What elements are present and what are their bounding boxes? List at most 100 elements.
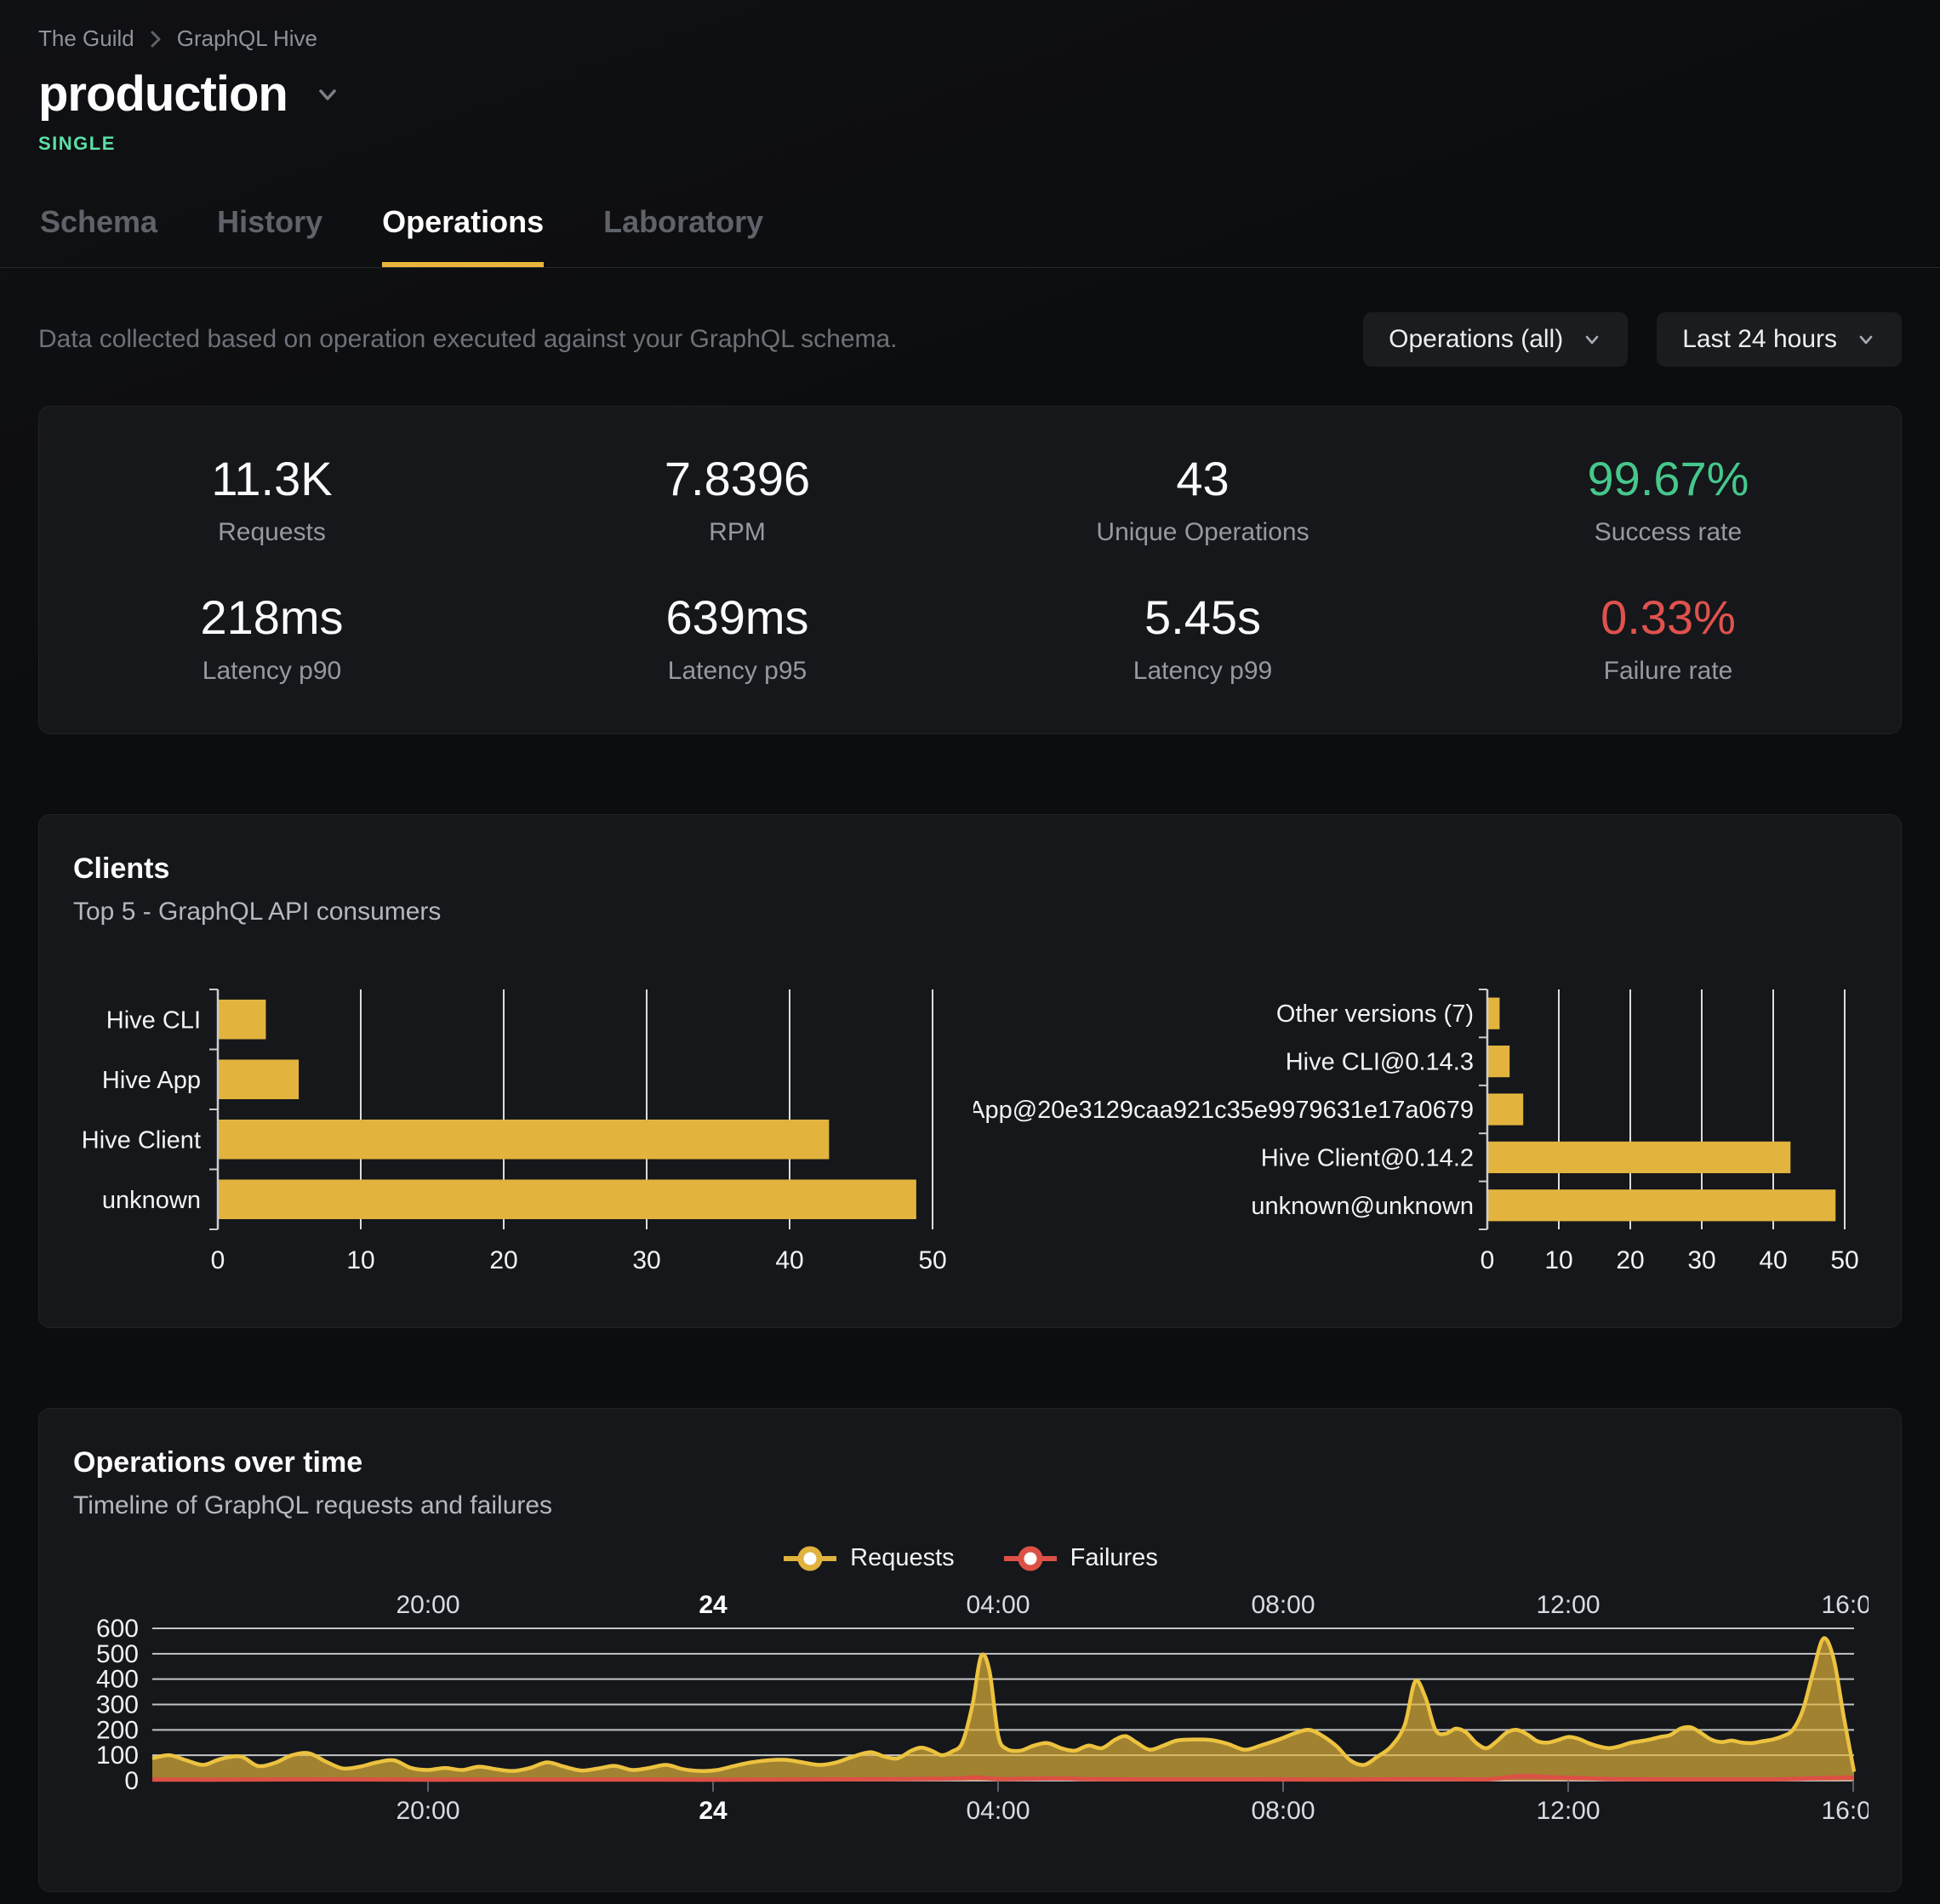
stat-label: Latency p99 — [970, 657, 1435, 686]
svg-text:Hive CLI: Hive CLI — [106, 1006, 201, 1034]
svg-text:Hive CLI@0.14.3: Hive CLI@0.14.3 — [1286, 1049, 1474, 1076]
svg-text:Hive App@20e3129caa921c35e9979: Hive App@20e3129caa921c35e9979631e17a067… — [973, 1097, 1474, 1124]
stat-label: Latency p90 — [39, 657, 505, 686]
clients-card-title: Clients — [73, 852, 1867, 886]
filters-row: Data collected based on operation execut… — [0, 268, 1940, 367]
svg-text:200: 200 — [96, 1716, 139, 1744]
svg-text:0: 0 — [1481, 1246, 1495, 1274]
stat-failure-rate: 0.33% Failure rate — [1435, 590, 1901, 686]
page-header: The Guild GraphQL Hive production SINGLE… — [0, 0, 1940, 268]
stat-value: 5.45s — [970, 590, 1435, 645]
svg-text:Hive Client@0.14.2: Hive Client@0.14.2 — [1261, 1144, 1474, 1171]
svg-text:24: 24 — [699, 1797, 728, 1825]
svg-text:08:00: 08:00 — [1251, 1591, 1315, 1619]
svg-text:30: 30 — [632, 1246, 660, 1274]
chevron-down-icon — [1856, 329, 1876, 350]
stat-label: Requests — [39, 518, 505, 547]
tab-operations[interactable]: Operations — [382, 204, 544, 267]
svg-text:0: 0 — [124, 1767, 139, 1795]
svg-text:Hive App: Hive App — [102, 1067, 201, 1094]
svg-text:50: 50 — [918, 1246, 946, 1274]
stat-latency-p99: 5.45s Latency p99 — [970, 590, 1435, 686]
clients-by-version-bar-chart[interactable]: 0 10 20 30 40 50 Other versions (7) Hive CLI@0.… — [973, 981, 1867, 1274]
svg-text:12:00: 12:00 — [1536, 1591, 1600, 1619]
svg-text:20: 20 — [489, 1246, 517, 1274]
svg-text:08:00: 08:00 — [1251, 1797, 1315, 1825]
timeline-card-subtitle: Timeline of GraphQL requests and failure… — [73, 1491, 1867, 1520]
breadcrumb-org-link[interactable]: The Guild — [38, 26, 134, 52]
timeline-card-title: Operations over time — [73, 1446, 1867, 1479]
stat-requests: 11.3K Requests — [39, 451, 505, 547]
svg-text:20:00: 20:00 — [396, 1797, 459, 1825]
svg-text:Other versions (7): Other versions (7) — [1276, 1000, 1474, 1028]
stat-rpm: 7.8396 RPM — [505, 451, 970, 547]
tab-history[interactable]: History — [217, 204, 322, 267]
operations-filter-dropdown[interactable]: Operations (all) — [1363, 312, 1628, 367]
stat-value: 218ms — [39, 590, 505, 645]
tab-schema[interactable]: Schema — [40, 204, 157, 267]
svg-text:20: 20 — [1616, 1246, 1644, 1274]
svg-text:16:00: 16:00 — [1821, 1797, 1869, 1825]
svg-text:12:00: 12:00 — [1536, 1797, 1600, 1825]
page-description: Data collected based on operation execut… — [38, 325, 1363, 354]
tab-bar: Schema History Operations Laboratory — [38, 204, 1902, 267]
chevron-down-icon — [1582, 329, 1602, 350]
timeline-legend: Requests Failures — [73, 1544, 1867, 1572]
clients-card: Clients Top 5 - GraphQL API consumers 0 1… — [38, 814, 1902, 1328]
stat-value: 639ms — [505, 590, 970, 645]
period-filter-dropdown[interactable]: Last 24 hours — [1657, 312, 1902, 367]
stat-unique-operations: 43 Unique Operations — [970, 451, 1435, 547]
svg-text:unknown: unknown — [102, 1187, 201, 1214]
registry-mode-badge: SINGLE — [38, 133, 1902, 155]
stat-value: 7.8396 — [505, 451, 970, 506]
stat-label: Latency p95 — [505, 657, 970, 686]
svg-text:16:00: 16:00 — [1821, 1591, 1869, 1619]
breadcrumb: The Guild GraphQL Hive — [38, 26, 1902, 52]
legend-item-failures[interactable]: Failures — [1002, 1544, 1158, 1572]
stat-label: Unique Operations — [970, 518, 1435, 547]
svg-text:unknown@unknown: unknown@unknown — [1251, 1193, 1474, 1220]
chevron-right-icon — [148, 28, 163, 50]
svg-text:40: 40 — [775, 1246, 803, 1274]
operations-over-time-card: Operations over time Timeline of GraphQL… — [38, 1408, 1902, 1892]
breadcrumb-project-link[interactable]: GraphQL Hive — [177, 26, 317, 52]
stat-latency-p90: 218ms Latency p90 — [39, 590, 505, 686]
operations-filter-value: Operations (all) — [1389, 325, 1563, 354]
legend-item-requests[interactable]: Requests — [782, 1544, 955, 1572]
clients-card-subtitle: Top 5 - GraphQL API consumers — [73, 898, 1867, 926]
period-filter-value: Last 24 hours — [1682, 325, 1837, 354]
requests-series-marker-icon — [782, 1546, 838, 1571]
svg-text:04:00: 04:00 — [966, 1591, 1030, 1619]
svg-text:30: 30 — [1687, 1246, 1715, 1274]
stat-label: Success rate — [1435, 518, 1901, 547]
svg-text:04:00: 04:00 — [966, 1797, 1030, 1825]
svg-text:300: 300 — [96, 1691, 139, 1719]
stats-overview-card: 11.3K Requests 7.8396 RPM 43 Unique Oper… — [38, 406, 1902, 734]
svg-text:600: 600 — [96, 1615, 139, 1643]
operations-timeline-area-chart[interactable]: 010020030040050060020:0020:00242404:0004… — [73, 1588, 1869, 1834]
page-title: production — [38, 66, 288, 123]
stat-value: 11.3K — [39, 451, 505, 506]
svg-text:10: 10 — [1544, 1246, 1572, 1274]
svg-text:Hive Client: Hive Client — [82, 1126, 201, 1154]
svg-text:400: 400 — [96, 1666, 139, 1694]
legend-label: Requests — [850, 1544, 955, 1572]
svg-text:50: 50 — [1830, 1246, 1858, 1274]
stat-label: Failure rate — [1435, 657, 1901, 686]
svg-text:0: 0 — [211, 1246, 225, 1274]
stat-value: 43 — [970, 451, 1435, 506]
svg-text:10: 10 — [346, 1246, 374, 1274]
dashboard-page: The Guild GraphQL Hive production SINGLE… — [0, 0, 1940, 1904]
tab-laboratory[interactable]: Laboratory — [603, 204, 763, 267]
stat-value: 0.33% — [1435, 590, 1901, 645]
target-switcher-chevron-down-icon[interactable] — [313, 80, 342, 109]
stat-latency-p95: 639ms Latency p95 — [505, 590, 970, 686]
failures-series-marker-icon — [1002, 1546, 1058, 1571]
svg-text:24: 24 — [699, 1591, 728, 1619]
clients-by-name-bar-chart[interactable]: 0 10 20 30 40 50 Hive CLI Hive App Hive Client un… — [73, 981, 967, 1274]
stat-value: 99.67% — [1435, 451, 1901, 506]
stat-success-rate: 99.67% Success rate — [1435, 451, 1901, 547]
svg-text:100: 100 — [96, 1742, 139, 1770]
svg-text:40: 40 — [1759, 1246, 1787, 1274]
stat-label: RPM — [505, 518, 970, 547]
